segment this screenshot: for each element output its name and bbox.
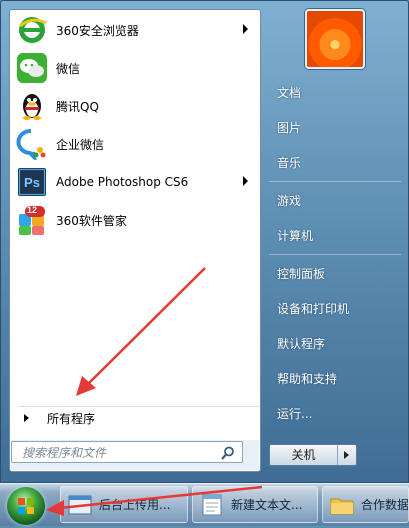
search-icon xyxy=(220,445,236,461)
program-label: 360安全浏览器 xyxy=(56,23,139,38)
windows-logo-icon xyxy=(18,498,34,514)
link-label: 计算机 xyxy=(277,228,314,243)
link-label: 默认程序 xyxy=(277,336,326,351)
menu-link-control-panel[interactable]: 控制面板 xyxy=(269,259,405,287)
menu-link-computer[interactable]: 计算机 xyxy=(269,221,405,249)
folder-icon xyxy=(329,493,355,517)
program-label: 微信 xyxy=(56,61,81,76)
notification-badge: 12 xyxy=(27,205,38,215)
shutdown-button[interactable]: 关机 xyxy=(269,444,357,466)
submenu-arrow-icon xyxy=(243,176,248,186)
search-input[interactable]: 搜索程序和文件 xyxy=(11,441,243,463)
link-label: 控制面板 xyxy=(277,266,326,281)
shutdown-label: 关机 xyxy=(291,448,316,462)
taskbar-button-label: 新建文本文... xyxy=(231,498,303,512)
menu-link-devices-printers[interactable]: 设备和打印机 xyxy=(269,294,405,322)
program-item-360-browser[interactable]: 360安全浏览器 xyxy=(12,12,258,48)
notepad-icon xyxy=(199,493,225,517)
program-item-wecom[interactable]: 企业微信 xyxy=(12,126,258,164)
expand-arrow-icon xyxy=(24,414,29,422)
shutdown-options-button[interactable] xyxy=(337,445,356,465)
software-manager-360-icon: 12 xyxy=(16,204,48,236)
menu-link-games[interactable]: 游戏 xyxy=(269,186,405,214)
menu-link-documents[interactable]: 文档 xyxy=(269,78,405,106)
taskbar-button-label: 后台上传用... xyxy=(99,498,171,512)
taskbar-button-folder[interactable]: 合作数据 xyxy=(322,486,409,523)
start-menu: 360安全浏览器 微信 腾讯QQ 企业微信 Ps Adobe Photoshop… xyxy=(0,0,409,483)
program-label: Adobe Photoshop CS6 xyxy=(56,175,189,189)
programs-pane: 360安全浏览器 微信 腾讯QQ 企业微信 Ps Adobe Photoshop… xyxy=(9,9,261,472)
search-placeholder: 搜索程序和文件 xyxy=(22,445,107,460)
wechat-icon xyxy=(16,52,48,84)
link-label: 设备和打印机 xyxy=(277,301,350,316)
menu-link-pictures[interactable]: 图片 xyxy=(269,113,405,141)
start-button[interactable] xyxy=(7,487,45,525)
menu-divider xyxy=(269,181,401,182)
browser-360-icon xyxy=(16,14,48,46)
qq-penguin-icon xyxy=(16,90,48,122)
link-label: 文档 xyxy=(277,85,302,100)
taskbar-button-label: 合作数据 xyxy=(361,498,409,512)
taskbar-button-upload[interactable]: 后台上传用... xyxy=(60,486,188,523)
submenu-arrow-icon xyxy=(243,24,248,34)
menu-divider xyxy=(269,254,401,255)
menu-link-music[interactable]: 音乐 xyxy=(269,148,405,176)
all-programs-button[interactable]: 所有程序 xyxy=(18,406,260,429)
link-label: 运行... xyxy=(277,406,313,421)
link-label: 图片 xyxy=(277,120,302,135)
link-label: 音乐 xyxy=(277,155,302,170)
menu-link-help-support[interactable]: 帮助和支持 xyxy=(269,364,405,392)
user-avatar[interactable] xyxy=(305,9,365,69)
all-programs-label: 所有程序 xyxy=(47,411,96,426)
program-label: 企业微信 xyxy=(56,137,105,152)
photoshop-icon: Ps xyxy=(16,166,48,198)
link-label: 游戏 xyxy=(277,193,302,208)
program-label: 腾讯QQ xyxy=(56,99,99,114)
menu-link-run[interactable]: 运行... xyxy=(269,399,405,427)
chevron-right-icon xyxy=(344,451,349,459)
program-item-360-software-manager[interactable]: 12 360软件管家 xyxy=(12,202,258,238)
menu-link-default-programs[interactable]: 默认程序 xyxy=(269,329,405,357)
program-label: 360软件管家 xyxy=(56,213,127,228)
svg-text:Ps: Ps xyxy=(24,175,40,190)
program-item-wechat[interactable]: 微信 xyxy=(12,50,258,86)
link-label: 帮助和支持 xyxy=(277,371,338,386)
taskbar-button-notepad[interactable]: 新建文本文... xyxy=(192,486,318,523)
program-item-photoshop[interactable]: Ps Adobe Photoshop CS6 xyxy=(12,164,258,200)
taskbar: 后台上传用... 新建文本文... 合作数据 xyxy=(0,483,409,526)
program-item-qq[interactable]: 腾讯QQ xyxy=(12,88,258,124)
window-icon xyxy=(67,493,93,517)
wecom-icon xyxy=(16,128,48,164)
